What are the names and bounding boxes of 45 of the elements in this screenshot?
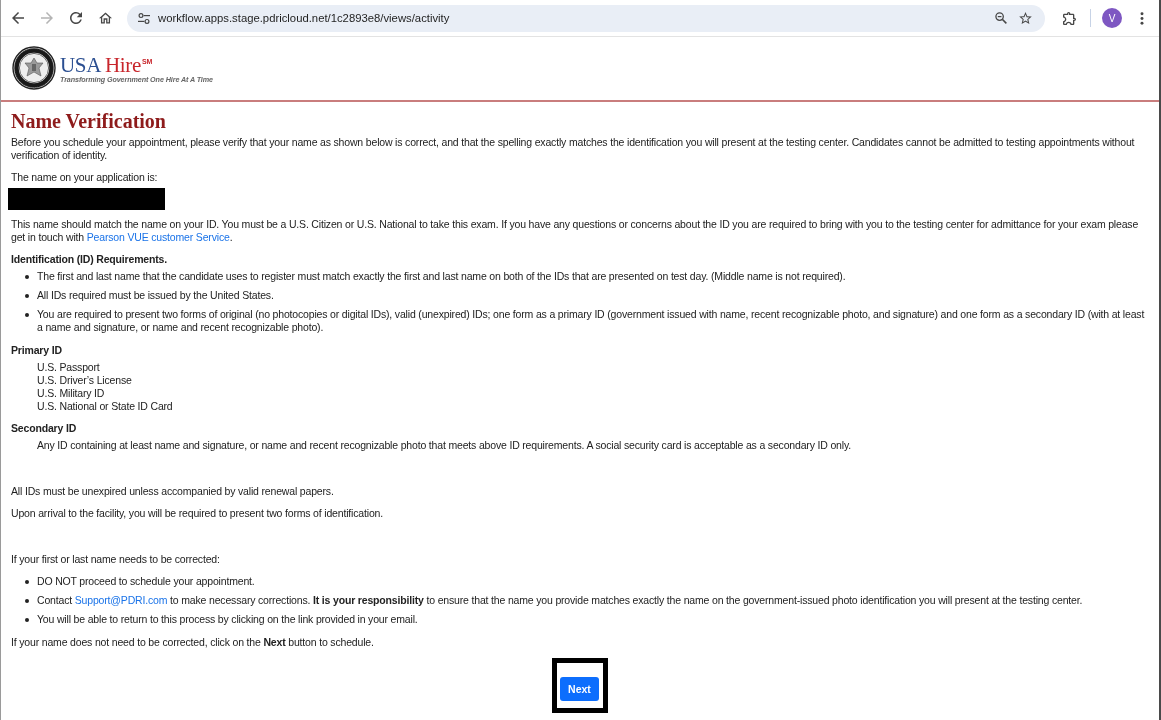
bullet-icon	[25, 275, 29, 279]
list-item-text: You are required to present two forms of original (no photocopies or digital IDs), valid (unexpired) IDs; one form as a primary ID (government issued with name, recent recognizable photo, and signature) and one form as a secondary ID (with at least a name and signature, or name and recent recognizable photo).	[37, 308, 1146, 334]
link[interactable]: Support@PDRI.com	[74, 594, 168, 606]
round-seal-icon	[12, 45, 56, 90]
puzzle-icon	[1062, 11, 1076, 25]
section-heading: Primary ID	[11, 344, 62, 357]
profile-button[interactable]: V	[1102, 8, 1122, 28]
paragraph: Upon arrival to the facility, you will be required to present two forms of identification.	[11, 507, 385, 520]
list-line: U.S. National or State ID Card	[37, 400, 174, 413]
list-line: U.S. Passport	[37, 361, 101, 374]
list-item-text: The first and last name that the candidate uses to register must match exactly the first and last name on both of the IDs that are presented on test day. (Middle name is not required).	[37, 270, 847, 283]
list-item-text: All IDs required must be issued by the United States.	[37, 289, 275, 302]
left-arrow-icon	[12, 12, 24, 24]
list-line: U.S. Military ID	[37, 387, 106, 400]
sliders-icon	[138, 12, 150, 24]
home-icon	[98, 12, 112, 24]
paragraph: All IDs must be unexpired unless accompanied by valid renewal papers.	[11, 485, 335, 498]
zoom-out-icon	[995, 12, 1007, 24]
paragraph: If your first or last name needs to be corrected:	[11, 553, 221, 566]
bullet-icon	[25, 313, 29, 317]
paragraph: If your name does not need to be corrected, click on the Next button to schedule.	[11, 636, 375, 649]
section-heading: Secondary ID	[11, 422, 77, 435]
bullet-icon	[25, 580, 29, 584]
list-item-text: You will be able to return to this process by clicking on the link provided in your email.	[37, 613, 419, 626]
reload-icon	[70, 12, 82, 24]
link[interactable]: Pearson VUE customer Service	[86, 231, 230, 243]
bullet-icon	[25, 599, 29, 603]
list-item-text: DO NOT proceed to schedule your appointment.	[37, 575, 256, 588]
star-icon	[1018, 12, 1032, 24]
bullet-icon	[25, 618, 29, 622]
paragraph: The name on your application is:	[11, 171, 159, 184]
list-line: U.S. Driver’s License	[37, 374, 133, 387]
bullet-icon	[25, 294, 29, 298]
right-arrow-icon	[41, 12, 53, 24]
section-heading: Identification (ID) Requirements.	[11, 253, 167, 266]
list-line: Any ID containing at least name and signature, or name and recent recognizable photo that meets above ID requirements. A social security card is acceptable as a secondary ID only.	[37, 439, 852, 452]
more-vertical-icon	[1140, 11, 1144, 25]
address-bar[interactable]: workflow.apps.stage.pdricloud.net/1c2893e8/views/activity	[127, 4, 1045, 32]
next-button[interactable]: Next	[560, 677, 599, 701]
list-item-text: Contact Support@PDRI.com to make necessary corrections. It is your responsibility to ensure that the name you provide matches exactly the name on the government-issued photo identification you will present at the testing center.	[37, 594, 1084, 607]
logo-wordmark: USA Hire$^{SM}$	[60, 51, 153, 75]
page-title: Name Verification	[11, 110, 166, 132]
paragraph: This name should match the name on your ID. You must be a U.S. Citizen or U.S. National to take this exam. If you have any questions or concerns about the ID you are required to bring with you to the testing center for admittance for your exam please get in touch with Pearson VUE customer Service.	[11, 218, 1140, 244]
url-field[interactable]: workflow.apps.stage.pdricloud.net/1c2893e8/views/activity	[158, 12, 989, 24]
paragraph: Before you schedule your appointment, please verify that your name as shown below is correct, and that the spelling exactly matches the identification you will present at the testing center. Candidates cannot be admitted to testing appointments without verification of identity.	[11, 136, 1136, 162]
